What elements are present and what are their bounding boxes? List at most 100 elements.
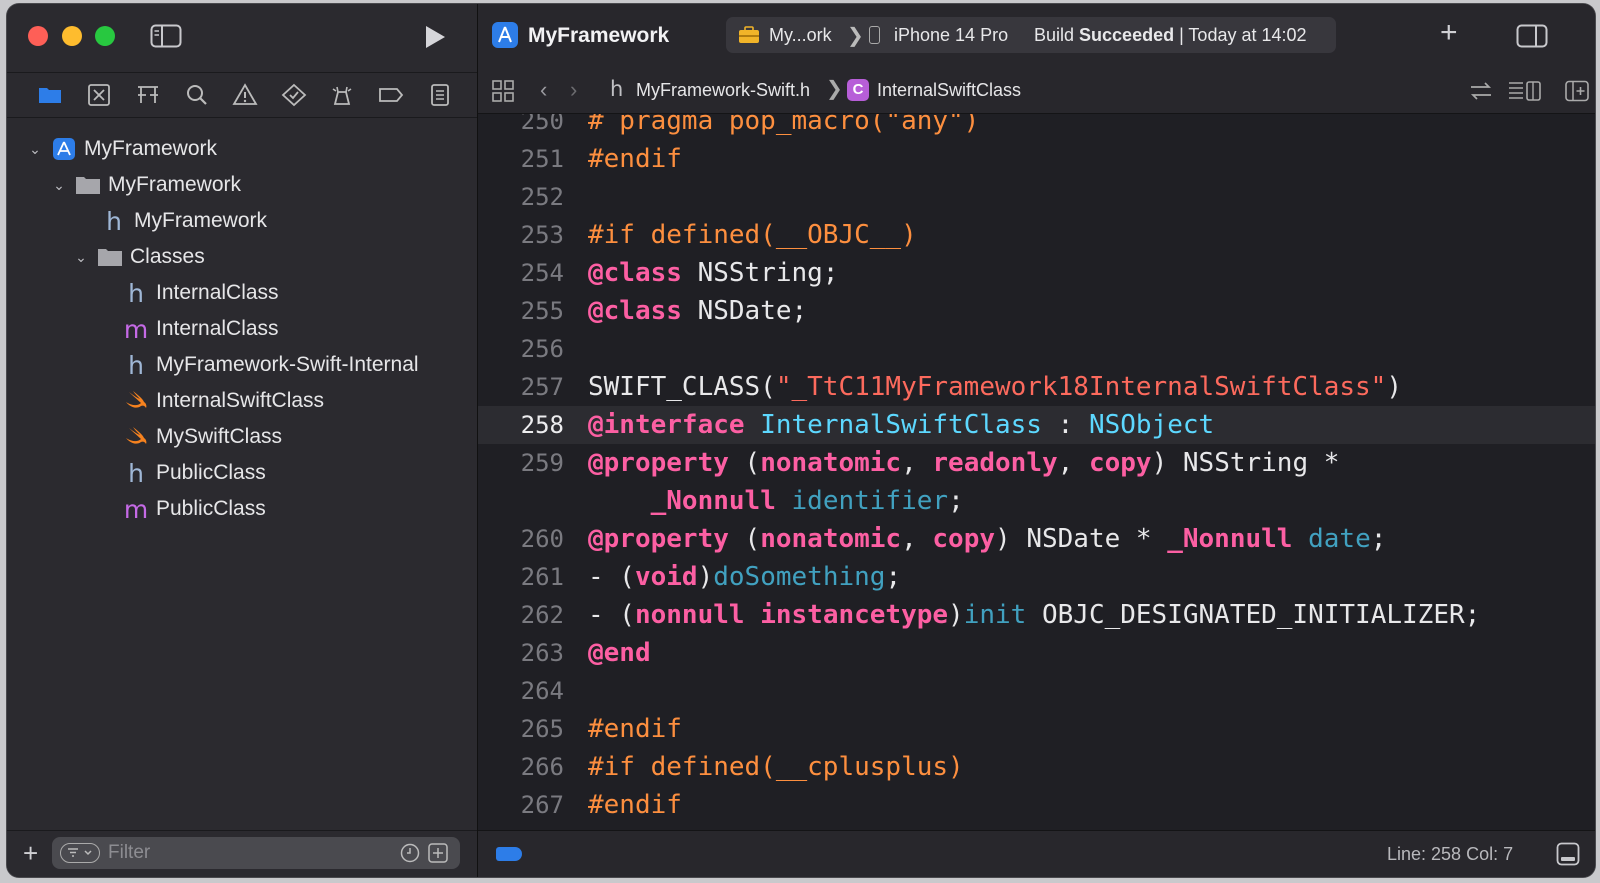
tag-icon[interactable] (496, 847, 522, 861)
code-line[interactable]: _Nonnull identifier; (478, 482, 1595, 520)
swap-arrows-icon[interactable] (1468, 80, 1494, 102)
debug-area-toggle-icon[interactable] (1556, 842, 1580, 866)
code-line[interactable]: 250 # pragma pop_macro("any") (478, 114, 1595, 140)
filter-options-icon[interactable] (60, 843, 100, 863)
forward-button[interactable]: › (570, 77, 577, 103)
tree-item-project[interactable]: ⌄ MyFramework (25, 132, 217, 166)
code-line[interactable]: 251 #endif (478, 140, 1595, 178)
tree-item-file[interactable]: h InternalClass (123, 276, 279, 310)
tree-item-file[interactable]: InternalSwiftClass (123, 384, 324, 418)
code-line[interactable]: 267 #endif (478, 786, 1595, 824)
code-line[interactable]: 257 SWIFT_CLASS("_TtC11MyFramework18Inter… (478, 368, 1595, 406)
minimize-window-button[interactable] (62, 26, 82, 46)
code-line[interactable]: 254 @class NSString; (478, 254, 1595, 292)
code-text: SWIFT_CLASS("_TtC11MyFramework18Internal… (588, 368, 1402, 406)
code-line[interactable]: 258 @interface InternalSwiftClass : NSObj… (478, 406, 1595, 444)
code-text: #endif (588, 786, 682, 824)
code-token: # pragma pop_macro("any") (588, 114, 980, 136)
breadcrumb-file[interactable]: MyFramework-Swift.h (636, 80, 810, 101)
breadcrumb-symbol[interactable]: InternalSwiftClass (877, 80, 1021, 101)
back-button[interactable]: ‹ (540, 77, 547, 103)
code-line[interactable]: 264 (478, 672, 1595, 710)
tree-item-file[interactable]: h MyFramework-Swift-Internal (123, 348, 418, 382)
code-token: _Nonnull (1167, 524, 1293, 554)
code-text: @class NSDate; (588, 292, 807, 330)
inspector-toggle-icon[interactable] (1516, 24, 1548, 48)
code-token: "_TtC11MyFramework18InternalSwiftClass" (775, 372, 1387, 402)
sidebar-toggle-icon[interactable] (150, 24, 182, 48)
report-icon[interactable] (427, 83, 453, 107)
tree-item-file[interactable]: h MyFramework (101, 204, 267, 238)
scheme-selector[interactable]: My...ork (769, 25, 832, 46)
source-editor[interactable]: 250 # pragma pop_macro("any") 251 #endif 252… (478, 114, 1595, 826)
line-number: 252 (520, 183, 564, 211)
recent-files-icon[interactable] (400, 843, 420, 863)
app-project-icon (51, 136, 77, 162)
code-token: ( (728, 524, 761, 554)
code-line[interactable]: 256 (478, 330, 1595, 368)
run-button[interactable] (419, 22, 449, 52)
code-token: ( (728, 448, 761, 478)
filter-field[interactable]: Filter (52, 837, 460, 869)
code-text: - (nonnull instancetype)init OBJC_DESIGN… (588, 596, 1480, 634)
close-window-button[interactable] (28, 26, 48, 46)
activity-view[interactable]: My...ork ❯ iPhone 14 Pro Build Succeeded… (726, 17, 1336, 53)
code-line[interactable]: 263 @end (478, 634, 1595, 672)
code-text: #if __has_attribute(external_source_symb… (588, 824, 1261, 826)
chevron-right-icon: ❯ (826, 78, 843, 100)
jump-bar: ‹ › h MyFramework-Swift.h ❯ C InternalSw… (478, 68, 1595, 114)
source-control-filter-icon[interactable] (428, 843, 448, 863)
code-line[interactable]: 268 #if __has_attribute(external_source_s… (478, 824, 1595, 826)
code-line[interactable]: 252 (478, 178, 1595, 216)
code-token: identifier (791, 486, 949, 516)
tree-item-file[interactable]: m PublicClass (123, 492, 266, 526)
zoom-window-button[interactable] (95, 26, 115, 46)
code-line[interactable]: 261 - (void)doSomething; (478, 558, 1595, 596)
chevron-down-icon[interactable]: ⌄ (71, 249, 91, 266)
source-control-icon[interactable] (86, 83, 112, 107)
editor-area: MyFramework My...ork ❯ iPhone 14 Pro Bui… (478, 4, 1595, 877)
filter-input[interactable]: Filter (108, 842, 150, 864)
code-line[interactable]: 253 #if defined(__OBJC__) (478, 216, 1595, 254)
search-icon[interactable] (184, 83, 210, 107)
editor-options-icon[interactable] (1508, 80, 1542, 102)
breakpoint-icon[interactable] (378, 83, 404, 107)
related-items-icon[interactable] (492, 80, 514, 102)
tree-item-file[interactable]: m InternalClass (123, 312, 279, 346)
code-token: init (963, 600, 1027, 630)
swift-file-icon (123, 388, 149, 414)
tree-item-group[interactable]: ⌄ MyFramework (49, 168, 241, 202)
chevron-down-icon[interactable]: ⌄ (49, 177, 69, 194)
code-token: _Nonnull (650, 486, 776, 516)
debug-icon[interactable] (329, 83, 355, 107)
library-add-button[interactable]: + (1440, 18, 1458, 48)
code-token: @interface (588, 410, 745, 440)
code-token: @class (588, 296, 682, 326)
code-line[interactable]: 259 @property (nonatomic, readonly, copy)… (478, 444, 1595, 482)
code-line[interactable]: 262 - (nonnull instancetype)init OBJC_DES… (478, 596, 1595, 634)
code-token: @property (588, 524, 729, 554)
code-line[interactable]: 265 #endif (478, 710, 1595, 748)
folder-icon[interactable] (37, 83, 63, 107)
code-token: NSObject (1088, 410, 1215, 440)
test-icon[interactable] (281, 83, 307, 107)
tree-item-group[interactable]: ⌄ Classes (71, 240, 205, 274)
add-file-button[interactable]: + (23, 840, 38, 866)
code-token: readonly (932, 448, 1058, 478)
add-editor-icon[interactable] (1564, 80, 1590, 102)
code-line[interactable]: 266 #if defined(__cplusplus) (478, 748, 1595, 786)
code-line[interactable]: 260 @property (nonatomic, copy) NSDate * … (478, 520, 1595, 558)
code-text: #endif (588, 710, 682, 748)
symbol-icon[interactable] (135, 83, 161, 107)
run-destination-selector[interactable]: iPhone 14 Pro (894, 25, 1008, 46)
code-token: : (1041, 410, 1089, 440)
tree-item-file[interactable]: h PublicClass (123, 456, 266, 490)
tree-item-file[interactable]: MySwiftClass (123, 420, 282, 454)
line-number: 265 (520, 715, 564, 743)
chevron-down-icon[interactable]: ⌄ (25, 141, 45, 158)
folder-icon (75, 172, 101, 198)
warning-icon[interactable] (232, 83, 258, 107)
tree-item-label: MyFramework (134, 209, 268, 232)
code-line[interactable]: 255 @class NSDate; (478, 292, 1595, 330)
